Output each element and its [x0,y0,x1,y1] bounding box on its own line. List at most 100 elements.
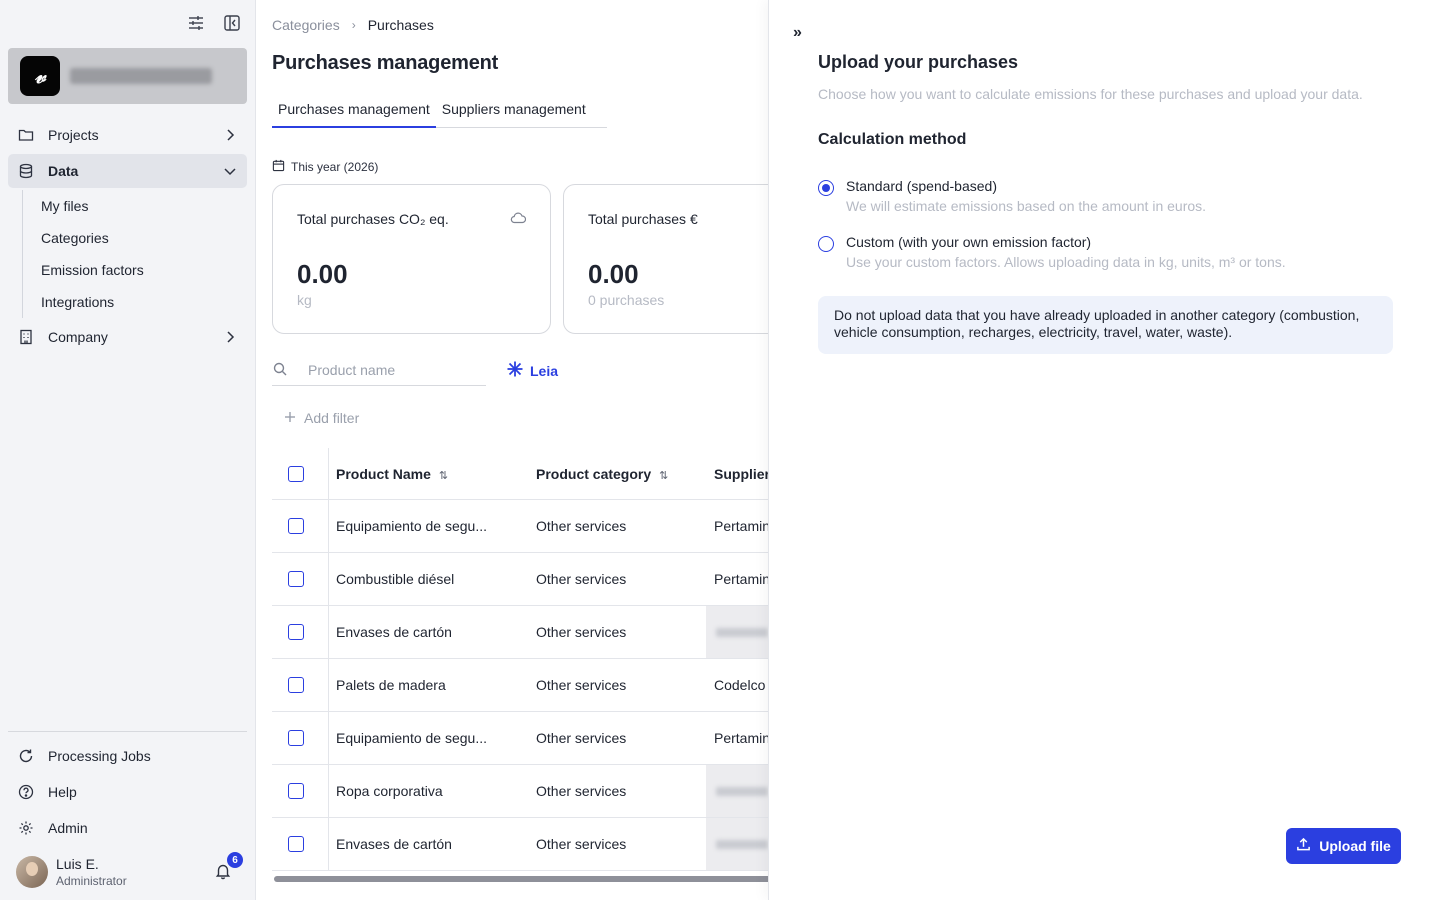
period-selector[interactable]: This year (2026) [272,159,378,175]
table-header: Product Name ⇅ Product category ⇅ Supplier [272,448,768,500]
cell-product-name: Envases de cartón [336,624,452,640]
card-total-euros: Total purchases € 0.00 0 purchases [563,184,768,334]
tab-purchases-management[interactable]: Purchases management [272,99,436,128]
table-row[interactable]: Palets de madera Other services Codelco [272,659,768,712]
card-title: Total purchases CO₂ eq. [297,211,449,227]
search-input[interactable] [308,358,478,382]
organization-switcher[interactable]: 𝓋 [8,48,247,104]
tab-suppliers-management[interactable]: Suppliers management [436,99,592,128]
table-row[interactable]: Combustible diésel Other services Pertam… [272,553,768,606]
duplicate-upload-notice: Do not upload data that you have already… [818,296,1393,354]
user-name: Luis E. [56,856,99,872]
table-row[interactable]: Equipamiento de segu... Other services P… [272,500,768,553]
cell-category: Other services [536,571,627,587]
sort-icon[interactable]: ⇅ [439,469,448,482]
cell-product-name: Palets de madera [336,677,446,693]
cell-category: Other services [536,518,627,534]
cell-supplier: Pertamina [714,518,768,534]
refresh-icon [18,748,34,764]
breadcrumb-categories[interactable]: Categories [272,17,340,33]
breadcrumb-purchases: Purchases [367,17,434,33]
select-all-checkbox[interactable] [288,465,304,482]
sidebar-subitem-categories[interactable]: Categories [41,222,247,254]
column-divider [328,448,329,499]
notification-badge: 6 [227,852,243,868]
sidebar-item-help[interactable]: Help [8,775,247,809]
option-label: Standard (spend-based) [846,178,997,194]
building-icon [18,329,34,345]
sidebar-item-processing-jobs[interactable]: Processing Jobs [8,739,247,773]
cell-supplier-redacted [706,765,768,817]
cell-supplier-redacted [706,606,768,658]
row-checkbox[interactable] [288,730,304,746]
row-checkbox[interactable] [288,836,304,852]
option-custom[interactable]: Custom (with your own emission factor) U… [818,234,1398,274]
sidebar-item-projects[interactable]: Projects [8,118,247,152]
database-icon [18,163,34,179]
column-divider [328,712,329,764]
row-checkbox[interactable] [288,624,304,640]
breadcrumb: Categories › Purchases [272,17,434,33]
card-total-co2: Total purchases CO₂ eq. 0.00 kg [272,184,551,334]
leia-button[interactable]: Leia [506,360,558,381]
sidebar-item-admin[interactable]: Admin [8,811,247,845]
cell-category: Other services [536,624,627,640]
sidebar-subitem-emission-factors[interactable]: Emission factors [41,254,247,286]
column-divider [328,500,329,552]
upload-icon [1296,837,1311,855]
row-checkbox[interactable] [288,571,304,587]
avatar [16,856,48,888]
horizontal-scrollbar[interactable] [274,876,768,882]
sidebar-toggle-icon[interactable] [223,14,241,32]
row-checkbox[interactable] [288,518,304,534]
table-row[interactable]: Equipamiento de segu... Other services P… [272,712,768,765]
column-header-product-name[interactable]: Product Name ⇅ [336,466,498,482]
chevron-right-icon [223,330,237,344]
table-row[interactable]: Ropa corporativa Other services [272,765,768,818]
sidebar-subitem-my-files[interactable]: My files [41,190,247,222]
column-divider [328,818,329,870]
sidebar-subitem-integrations[interactable]: Integrations [41,286,247,318]
sidebar-item-label: Admin [48,820,88,836]
page-title: Purchases management [272,52,499,74]
radio-custom[interactable] [818,236,834,252]
column-header-supplier[interactable]: Supplier [714,466,768,482]
org-logo: 𝓋 [20,56,60,96]
leia-label: Leia [530,362,559,379]
panel-title: Upload your purchases [818,52,1019,72]
table-row[interactable]: Envases de cartón Other services [272,818,768,871]
card-unit: 0 purchases [588,292,665,308]
cloud-icon [510,211,527,225]
upload-file-label: Upload file [1319,838,1391,854]
table-row[interactable]: Envases de cartón Other services [272,606,768,659]
upload-file-button[interactable]: Upload file [1286,828,1401,864]
cell-category: Other services [536,730,627,746]
row-checkbox[interactable] [288,677,304,693]
collapse-panel-icon[interactable]: » [793,24,802,42]
upload-panel: » Upload your purchases Choose how you w… [768,0,1440,900]
sidebar-item-data[interactable]: Data [8,154,247,188]
cell-supplier: Pertamina [714,571,768,587]
radio-standard[interactable] [818,180,834,196]
option-label: Custom (with your own emission factor) [846,234,1092,250]
column-divider [328,765,329,817]
column-header-label: Product category [536,465,652,482]
main-content: Categories › Purchases Purchases managem… [256,0,768,900]
cell-category: Other services [536,677,627,693]
cell-category: Other services [536,783,627,799]
option-standard[interactable]: Standard (spend-based) We will estimate … [818,178,1398,218]
sidebar-top-icons [187,14,241,32]
breadcrumb-separator: › [351,18,356,32]
row-checkbox[interactable] [288,783,304,799]
sidebar-item-label: Company [48,329,108,345]
add-filter-button[interactable]: Add filter [284,410,359,426]
sort-icon[interactable]: ⇅ [659,469,668,482]
sidebar-item-company[interactable]: Company [8,320,247,354]
cell-supplier-redacted [706,818,768,870]
user-profile[interactable]: Luis E. Administrator 6 [16,852,246,890]
column-header-product-category[interactable]: Product category ⇅ [536,466,686,482]
settings-sliders-icon[interactable] [187,14,205,32]
cell-category: Other services [536,836,627,852]
leia-sparkle-icon [506,360,524,381]
chevron-right-icon [223,128,237,142]
